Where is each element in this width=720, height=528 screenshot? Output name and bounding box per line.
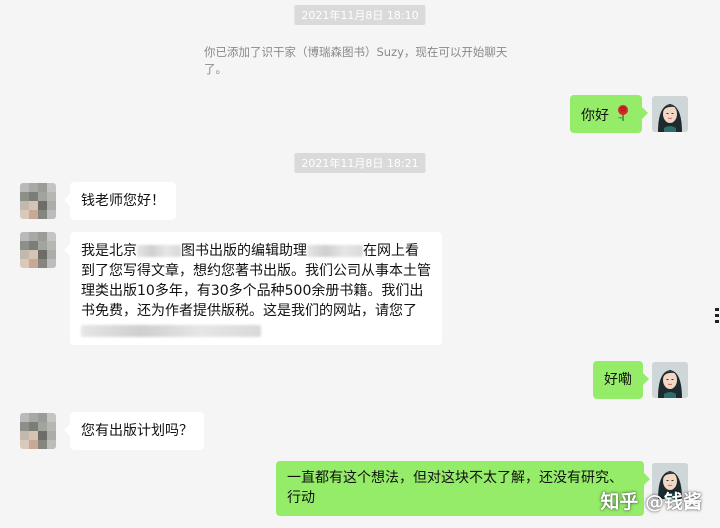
message-bubble-self[interactable]: 好嘞 — [593, 361, 649, 399]
redacted-text — [307, 245, 363, 257]
message-bubble-self[interactable]: 你好 — [570, 95, 649, 133]
watermark: 知乎 @钱酱 — [600, 491, 702, 513]
avatar-other[interactable] — [20, 183, 56, 219]
message-text: 你好 — [581, 108, 609, 124]
avatar-self[interactable] — [652, 96, 688, 132]
system-message: 你已添加了识干家（博瑞森图书）Suzy，现在可以开始聊天了。 — [204, 45, 508, 76]
message-text: 图书出版的编辑助理 — [181, 243, 307, 259]
message-bubble-other[interactable]: 钱老师您好！ — [64, 182, 176, 220]
rose-icon — [615, 104, 631, 128]
message-text: 钱老师您好！ — [81, 193, 165, 209]
avatar-self[interactable] — [652, 362, 688, 398]
resize-handle-icon[interactable] — [715, 308, 719, 326]
timestamp: 2021年11月8日 18:10 — [294, 5, 426, 25]
message-text: 我是北京 — [81, 243, 137, 259]
redacted-text — [137, 245, 181, 257]
user-avatar-icon — [652, 96, 688, 132]
message-text: 一直都有这个想法，但对这块不太了解，还没有研究、行动 — [287, 470, 623, 506]
message-text: 好嘞 — [604, 372, 632, 388]
message-bubble-other[interactable]: 您有出版计划吗？ — [64, 412, 204, 450]
message-text: 您有出版计划吗？ — [81, 423, 193, 439]
redacted-text — [81, 325, 261, 337]
timestamp: 2021年11月8日 18:21 — [294, 153, 426, 173]
message-bubble-other[interactable]: 我是北京 图书出版的编辑助理 在网上看到了您写得文章，想约您著书出版。我们公司从事本… — [64, 232, 442, 345]
user-avatar-icon — [652, 362, 688, 398]
avatar-other[interactable] — [20, 232, 56, 268]
avatar-other[interactable] — [20, 413, 56, 449]
message-bubble-self[interactable]: 一直都有这个想法，但对这块不太了解，还没有研究、行动 — [276, 461, 650, 516]
